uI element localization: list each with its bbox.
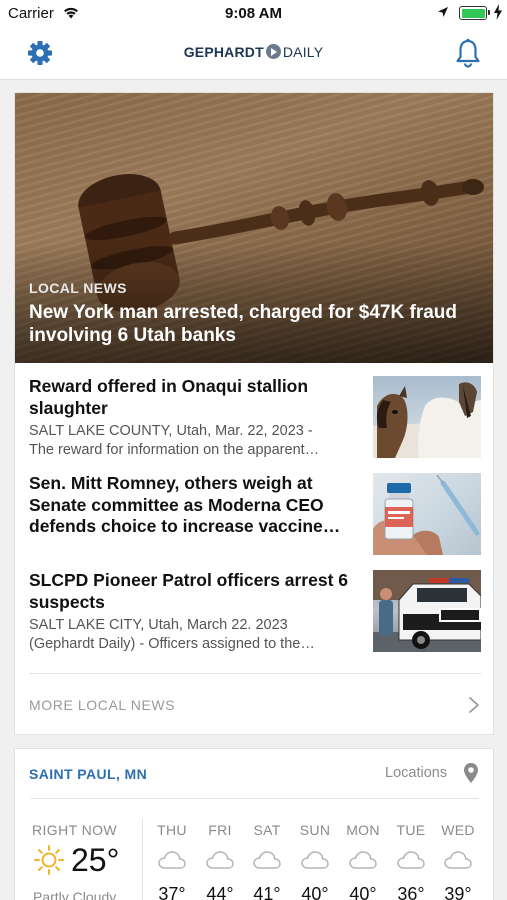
cloud-icon: [397, 851, 425, 869]
more-news-divider: [29, 673, 481, 674]
locations-button[interactable]: Locations: [385, 765, 447, 781]
current-temperature: 25°: [71, 842, 120, 878]
article-title[interactable]: SLCPD Pioneer Patrol officers arrest 6 s…: [29, 570, 364, 613]
partly-sunny-icon: [34, 845, 64, 875]
forecast-day: TUE 36°: [387, 822, 435, 900]
forecast-day: MON 40°: [339, 822, 387, 900]
cloud-icon: [206, 851, 234, 869]
current-condition: Partly Cloudy: [33, 889, 117, 900]
article-item[interactable]: Reward offered in Onaqui stallion slaugh…: [29, 376, 481, 460]
article-title[interactable]: Reward offered in Onaqui stallion slaugh…: [29, 376, 364, 419]
cloud-icon: [444, 851, 472, 869]
forecast-day-name: MON: [346, 822, 380, 838]
vaccine-vial-image: [373, 474, 480, 555]
cloud-icon: [301, 851, 329, 869]
weather-vertical-divider: [142, 819, 143, 900]
forecast-day-name: THU: [157, 822, 187, 838]
weather-city[interactable]: SAINT PAUL, MN: [29, 766, 147, 782]
forecast-temp: 41°: [253, 884, 281, 900]
hero-category: LOCAL NEWS: [29, 280, 127, 296]
charging-bolt-icon: [494, 4, 502, 20]
article-meta-line1: SALT LAKE COUNTY, Utah, Mar. 22, 2023 -: [29, 423, 313, 439]
forecast-temp: 36°: [397, 884, 425, 900]
status-bar: Carrier 9:08 AM: [0, 0, 507, 28]
cloud-icon: [349, 851, 377, 869]
article-meta-line1: SALT LAKE CITY, Utah, March 22. 2023: [29, 617, 288, 633]
forecast-day-name: TUE: [396, 822, 426, 838]
forecast-temp: 39°: [444, 884, 472, 900]
cloud-icon: [253, 851, 281, 869]
forecast-day: THU 37°: [148, 822, 196, 900]
bell-icon[interactable]: [454, 38, 482, 68]
article-item[interactable]: SLCPD Pioneer Patrol officers arrest 6 s…: [29, 570, 481, 654]
article-title[interactable]: Sen. Mitt Romney, others weigh at Senate…: [29, 473, 364, 538]
article-meta-line2: The reward for information on the appare…: [29, 442, 320, 458]
police-car-image: [373, 570, 481, 652]
local-news-card: LOCAL NEWS New York man arrested, charge…: [14, 92, 494, 735]
article-item[interactable]: Sen. Mitt Romney, others weigh at Senate…: [29, 473, 481, 557]
article-thumbnail-police[interactable]: [373, 570, 481, 652]
logo-play-icon: [265, 44, 281, 59]
status-time: 9:08 AM: [225, 5, 282, 22]
more-local-news-link[interactable]: MORE LOCAL NEWS: [29, 697, 175, 713]
right-now-label: RIGHT NOW: [32, 822, 118, 838]
chevron-right-icon[interactable]: [468, 696, 480, 714]
forecast-day: FRI 44°: [196, 822, 244, 900]
forecast-day-name: SUN: [299, 822, 331, 838]
hero-story[interactable]: LOCAL NEWS New York man arrested, charge…: [15, 93, 493, 363]
article-meta-line2: (Gephardt Daily) - Officers assigned to …: [29, 636, 315, 652]
forecast-temp: 40°: [349, 884, 377, 900]
forecast-day-name: FRI: [208, 822, 232, 838]
battery-icon: [459, 6, 487, 20]
forecast-day: SUN 40°: [291, 822, 339, 900]
forecast-day: SAT 41°: [243, 822, 291, 900]
logo-text-gephardt: GEPHARDT: [183, 44, 264, 60]
forecast-temp: 40°: [301, 884, 329, 900]
forecast-day-name: WED: [441, 822, 475, 838]
battery-cap: [488, 10, 490, 15]
location-arrow-icon: [438, 7, 448, 17]
location-pin-icon[interactable]: [464, 763, 478, 783]
forecast-day: WED 39°: [434, 822, 482, 900]
forecast-temp: 37°: [158, 884, 186, 900]
weather-divider: [31, 798, 479, 799]
weather-card: SAINT PAUL, MN Locations RIGHT NOW 25° P…: [14, 748, 494, 900]
app-header: GEPHARDT DAILY: [0, 28, 507, 80]
cloud-icon: [158, 851, 186, 869]
logo-text-daily: DAILY: [282, 44, 324, 60]
app-logo: GEPHARDT DAILY: [0, 44, 507, 60]
article-thumbnail-horses[interactable]: [373, 376, 481, 458]
article-thumbnail-vaccine[interactable]: [373, 473, 481, 555]
forecast-day-name: SAT: [253, 822, 281, 838]
hero-headline[interactable]: New York man arrested, charged for $47K …: [29, 301, 469, 347]
horses-image: [373, 382, 481, 458]
forecast-temp: 44°: [206, 884, 234, 900]
